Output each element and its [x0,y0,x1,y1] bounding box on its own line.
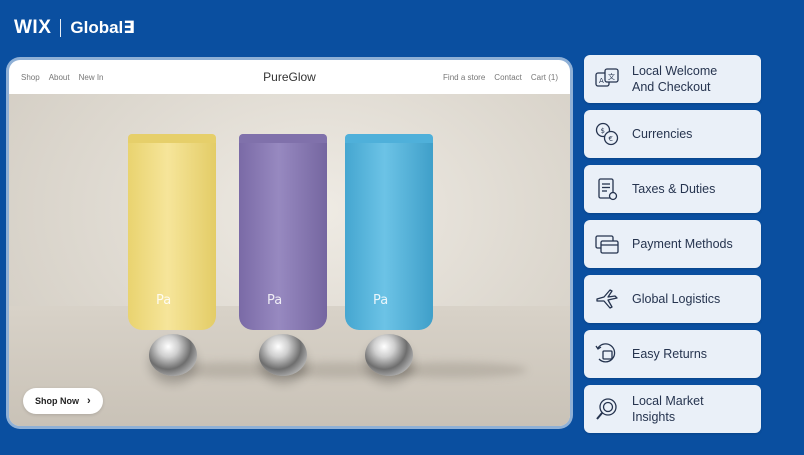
tax-document-icon [594,176,620,202]
translate-icon: A 文 [594,66,620,92]
purple-tube: Pa [239,134,327,330]
nav-link-contact[interactable]: Contact [494,73,522,82]
chevron-right-icon: › [87,395,91,407]
nav-link-find-store[interactable]: Find a store [443,73,485,82]
svg-text:文: 文 [608,72,615,81]
store-nav-bar: Shop About New In PureGlow Find a store … [9,60,570,94]
feature-label: Local Welcome And Checkout [632,64,718,94]
metal-ball-applicator [259,334,307,376]
metal-ball-applicator [149,334,197,376]
logo-divider [60,19,62,37]
yellow-tube: Pa [128,134,216,330]
feature-card-local-welcome[interactable]: A 文 Local Welcome And Checkout [584,55,761,103]
svg-text:A: A [599,77,604,85]
svg-text:$: $ [601,127,605,135]
tube-logo: Pa [156,293,172,308]
store-page: Shop About New In PureGlow Find a store … [9,60,570,426]
credit-card-icon [594,231,620,257]
metal-ball-applicator [365,334,413,376]
tube-crimp [239,134,327,143]
feature-label: Easy Returns [632,347,708,361]
feature-label: Local Market Insights [632,394,704,424]
nav-right-links: Find a store Contact Cart (1) [443,73,558,82]
feature-label: Global Logistics [632,292,721,306]
tube-crimp [128,134,216,143]
wix-wordmark: WIX [14,17,52,38]
feature-label: Payment Methods [632,237,733,251]
feature-card-logistics[interactable]: Global Logistics [584,275,761,323]
wix-globale-logo: WIX Global∃ [14,14,135,42]
globale-wordmark: Global∃ [70,18,135,37]
svg-text:€: € [609,135,613,143]
shop-now-button[interactable]: Shop Now › [23,388,103,414]
feature-card-returns[interactable]: Easy Returns [584,330,761,378]
feature-card-taxes[interactable]: Taxes & Duties [584,165,761,213]
nav-link-about[interactable]: About [49,73,70,82]
tube-logo: Pa [267,293,283,308]
magnifier-globe-icon [594,396,620,422]
feature-card-currencies[interactable]: $ € Currencies [584,110,761,158]
feature-card-payment[interactable]: Payment Methods [584,220,761,268]
airplane-icon [594,286,620,312]
blue-tube: Pa [345,134,433,330]
nav-link-new-in[interactable]: New In [79,73,104,82]
feature-list: A 文 Local Welcome And Checkout $ € Curren… [584,55,761,433]
feature-label: Taxes & Duties [632,182,716,196]
shop-now-label: Shop Now [35,396,79,406]
nav-link-shop[interactable]: Shop [21,73,40,82]
nav-link-cart[interactable]: Cart (1) [531,73,558,82]
tube-logo: Pa [373,293,389,308]
currency-exchange-icon: $ € [594,121,620,147]
nav-left-links: Shop About New In [21,73,104,82]
store-preview-window: Shop About New In PureGlow Find a store … [6,57,573,429]
tube-crimp [345,134,433,143]
feature-card-market-insights[interactable]: Local Market Insights [584,385,761,433]
feature-label: Currencies [632,127,693,141]
hero-product-image: Pa Pa Pa Shop Now › [9,94,570,426]
return-box-icon [594,341,620,367]
